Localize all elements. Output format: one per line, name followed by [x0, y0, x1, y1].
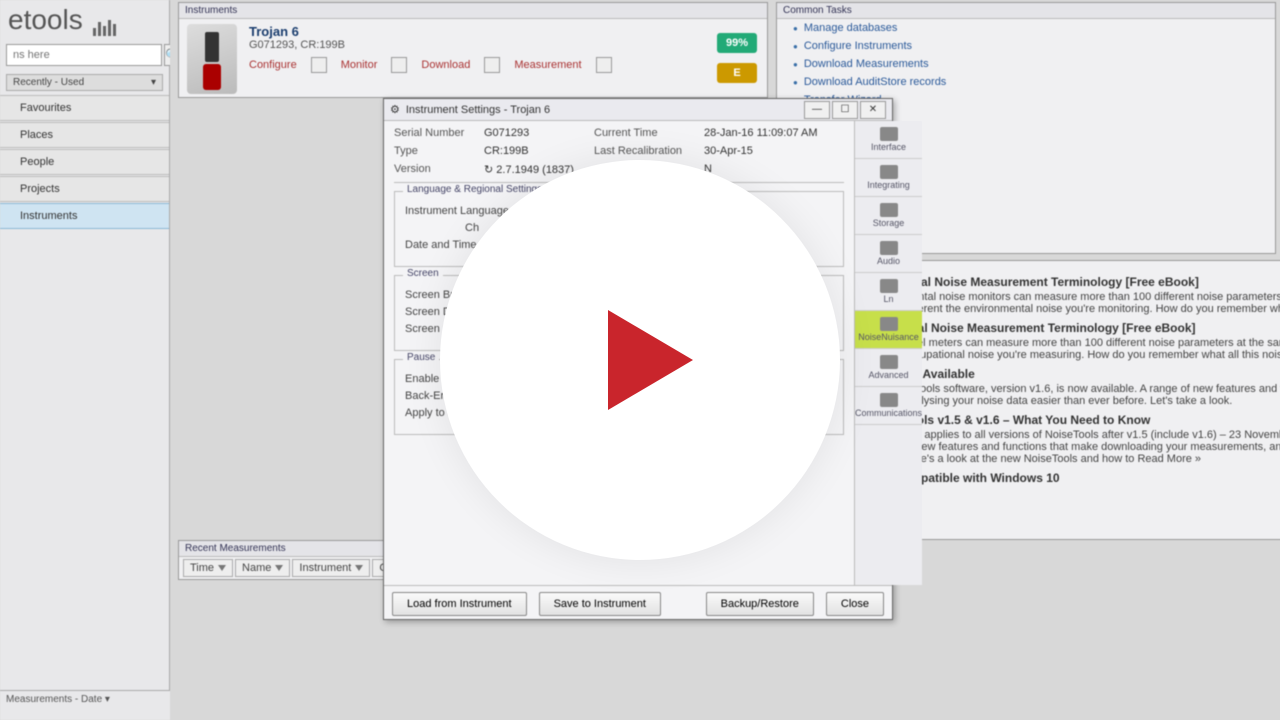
settings-tab-storage[interactable]: Storage: [855, 197, 922, 235]
play-icon: [608, 310, 693, 410]
news-title[interactable]: ental Noise Measurement Terminology [Fre…: [903, 275, 1280, 289]
version-label: Version: [394, 163, 484, 176]
task-link[interactable]: Download AuditStore records: [777, 73, 1275, 91]
recal-value: 30-Apr-15: [704, 145, 844, 157]
nav-item-places[interactable]: Places: [0, 122, 169, 148]
load-from-instrument-button[interactable]: Load from Instrument: [392, 592, 527, 616]
recal-label: Last Recalibration: [594, 145, 704, 157]
settings-tab-integrating[interactable]: Integrating: [855, 159, 922, 197]
configure-icon[interactable]: [311, 57, 327, 73]
type-label: Type: [394, 145, 484, 157]
news-title[interactable]: onal Noise Measurement Terminology [Free…: [903, 321, 1280, 335]
dialog-title: Instrument Settings - Trojan 6: [406, 104, 550, 116]
news-body: and applies to all versions of NoiseTool…: [903, 429, 1280, 465]
measurement-link[interactable]: Measurement: [514, 57, 581, 73]
task-link[interactable]: Download Measurements: [777, 55, 1275, 73]
instrument-name: Trojan 6: [249, 24, 759, 39]
tab-icon: [880, 317, 898, 331]
close-dialog-button[interactable]: Close: [826, 592, 884, 616]
instrument-image: [187, 24, 237, 94]
tab-icon: [880, 127, 898, 141]
column-header[interactable]: Instrument: [292, 559, 370, 577]
tab-icon: [880, 203, 898, 217]
news-body: mental noise monitors can measure more t…: [903, 291, 1280, 315]
configure-link[interactable]: Configure: [249, 57, 297, 73]
play-button[interactable]: [440, 160, 840, 560]
nav-item-favourites[interactable]: Favourites: [0, 95, 169, 121]
panel-title: Common Tasks: [777, 3, 1275, 19]
close-button[interactable]: ✕: [860, 101, 886, 119]
left-sidebar: etools 🔍 ▸ Recently - Used▾ FavouritesPl…: [0, 0, 170, 720]
news-title[interactable]: Tools v1.5 & v1.6 – What You Need to Kno…: [903, 413, 1280, 427]
tab-icon: [880, 355, 898, 369]
instruments-panel: Instruments Trojan 6 G071293, CR:199B Co…: [178, 2, 768, 98]
tab-icon: [880, 393, 898, 407]
tab-icon: [880, 165, 898, 179]
tab-icon: [880, 279, 898, 293]
settings-tab-noisenuisance[interactable]: NoiseNuisance: [855, 311, 922, 349]
news-body: seTools software, version v1.6, is now a…: [903, 383, 1280, 407]
recently-used-dropdown[interactable]: Recently - Used▾: [6, 74, 163, 91]
news-panel: ental Noise Measurement Terminology [Fre…: [892, 260, 1280, 540]
current-time-value: 28-Jan-16 11:09:07 AM: [704, 127, 844, 139]
nav-item-instruments[interactable]: Instruments: [0, 203, 169, 229]
minimize-button[interactable]: —: [804, 101, 830, 119]
battery-badge: 99%: [717, 33, 757, 53]
backup-restore-button[interactable]: Backup/Restore: [706, 592, 814, 616]
nav-item-projects[interactable]: Projects: [0, 176, 169, 202]
settings-tab-advanced[interactable]: Advanced: [855, 349, 922, 387]
download-icon[interactable]: [484, 57, 500, 73]
type-value: CR:199B: [484, 145, 594, 157]
current-time-label: Current Time: [594, 127, 704, 139]
nav-item-people[interactable]: People: [0, 149, 169, 175]
task-link[interactable]: Manage databases: [777, 19, 1275, 37]
column-header[interactable]: Name: [235, 559, 290, 577]
settings-tab-audio[interactable]: Audio: [855, 235, 922, 273]
monitor-icon[interactable]: [391, 57, 407, 73]
news-title[interactable]: ompatible with Windows 10: [903, 471, 1280, 485]
gear-icon: ⚙: [390, 103, 400, 116]
bottom-filter[interactable]: Measurements - Date ▾: [0, 690, 170, 720]
column-header[interactable]: Time: [183, 559, 233, 577]
monitor-link[interactable]: Monitor: [341, 57, 378, 73]
serial-value: G071293: [484, 127, 594, 139]
maximize-button[interactable]: ☐: [832, 101, 858, 119]
instrument-sub: G071293, CR:199B: [249, 39, 759, 51]
status-badge: E: [717, 63, 757, 83]
panel-title: Instruments: [179, 3, 767, 19]
serial-label: Serial Number: [394, 127, 484, 139]
download-link[interactable]: Download: [421, 57, 470, 73]
settings-tab-interface[interactable]: Interface: [855, 121, 922, 159]
news-body: level meters can measure more than 100 d…: [903, 337, 1280, 361]
task-link[interactable]: Configure Instruments: [777, 37, 1275, 55]
tab-icon: [880, 241, 898, 255]
app-logo: etools: [0, 0, 169, 40]
search-input[interactable]: [6, 44, 162, 66]
save-to-instrument-button[interactable]: Save to Instrument: [539, 592, 661, 616]
settings-tab-communications[interactable]: Communications: [855, 387, 922, 425]
measurement-icon[interactable]: [596, 57, 612, 73]
settings-tab-ln[interactable]: Ln: [855, 273, 922, 311]
news-title[interactable]: ow Available: [903, 367, 1280, 381]
